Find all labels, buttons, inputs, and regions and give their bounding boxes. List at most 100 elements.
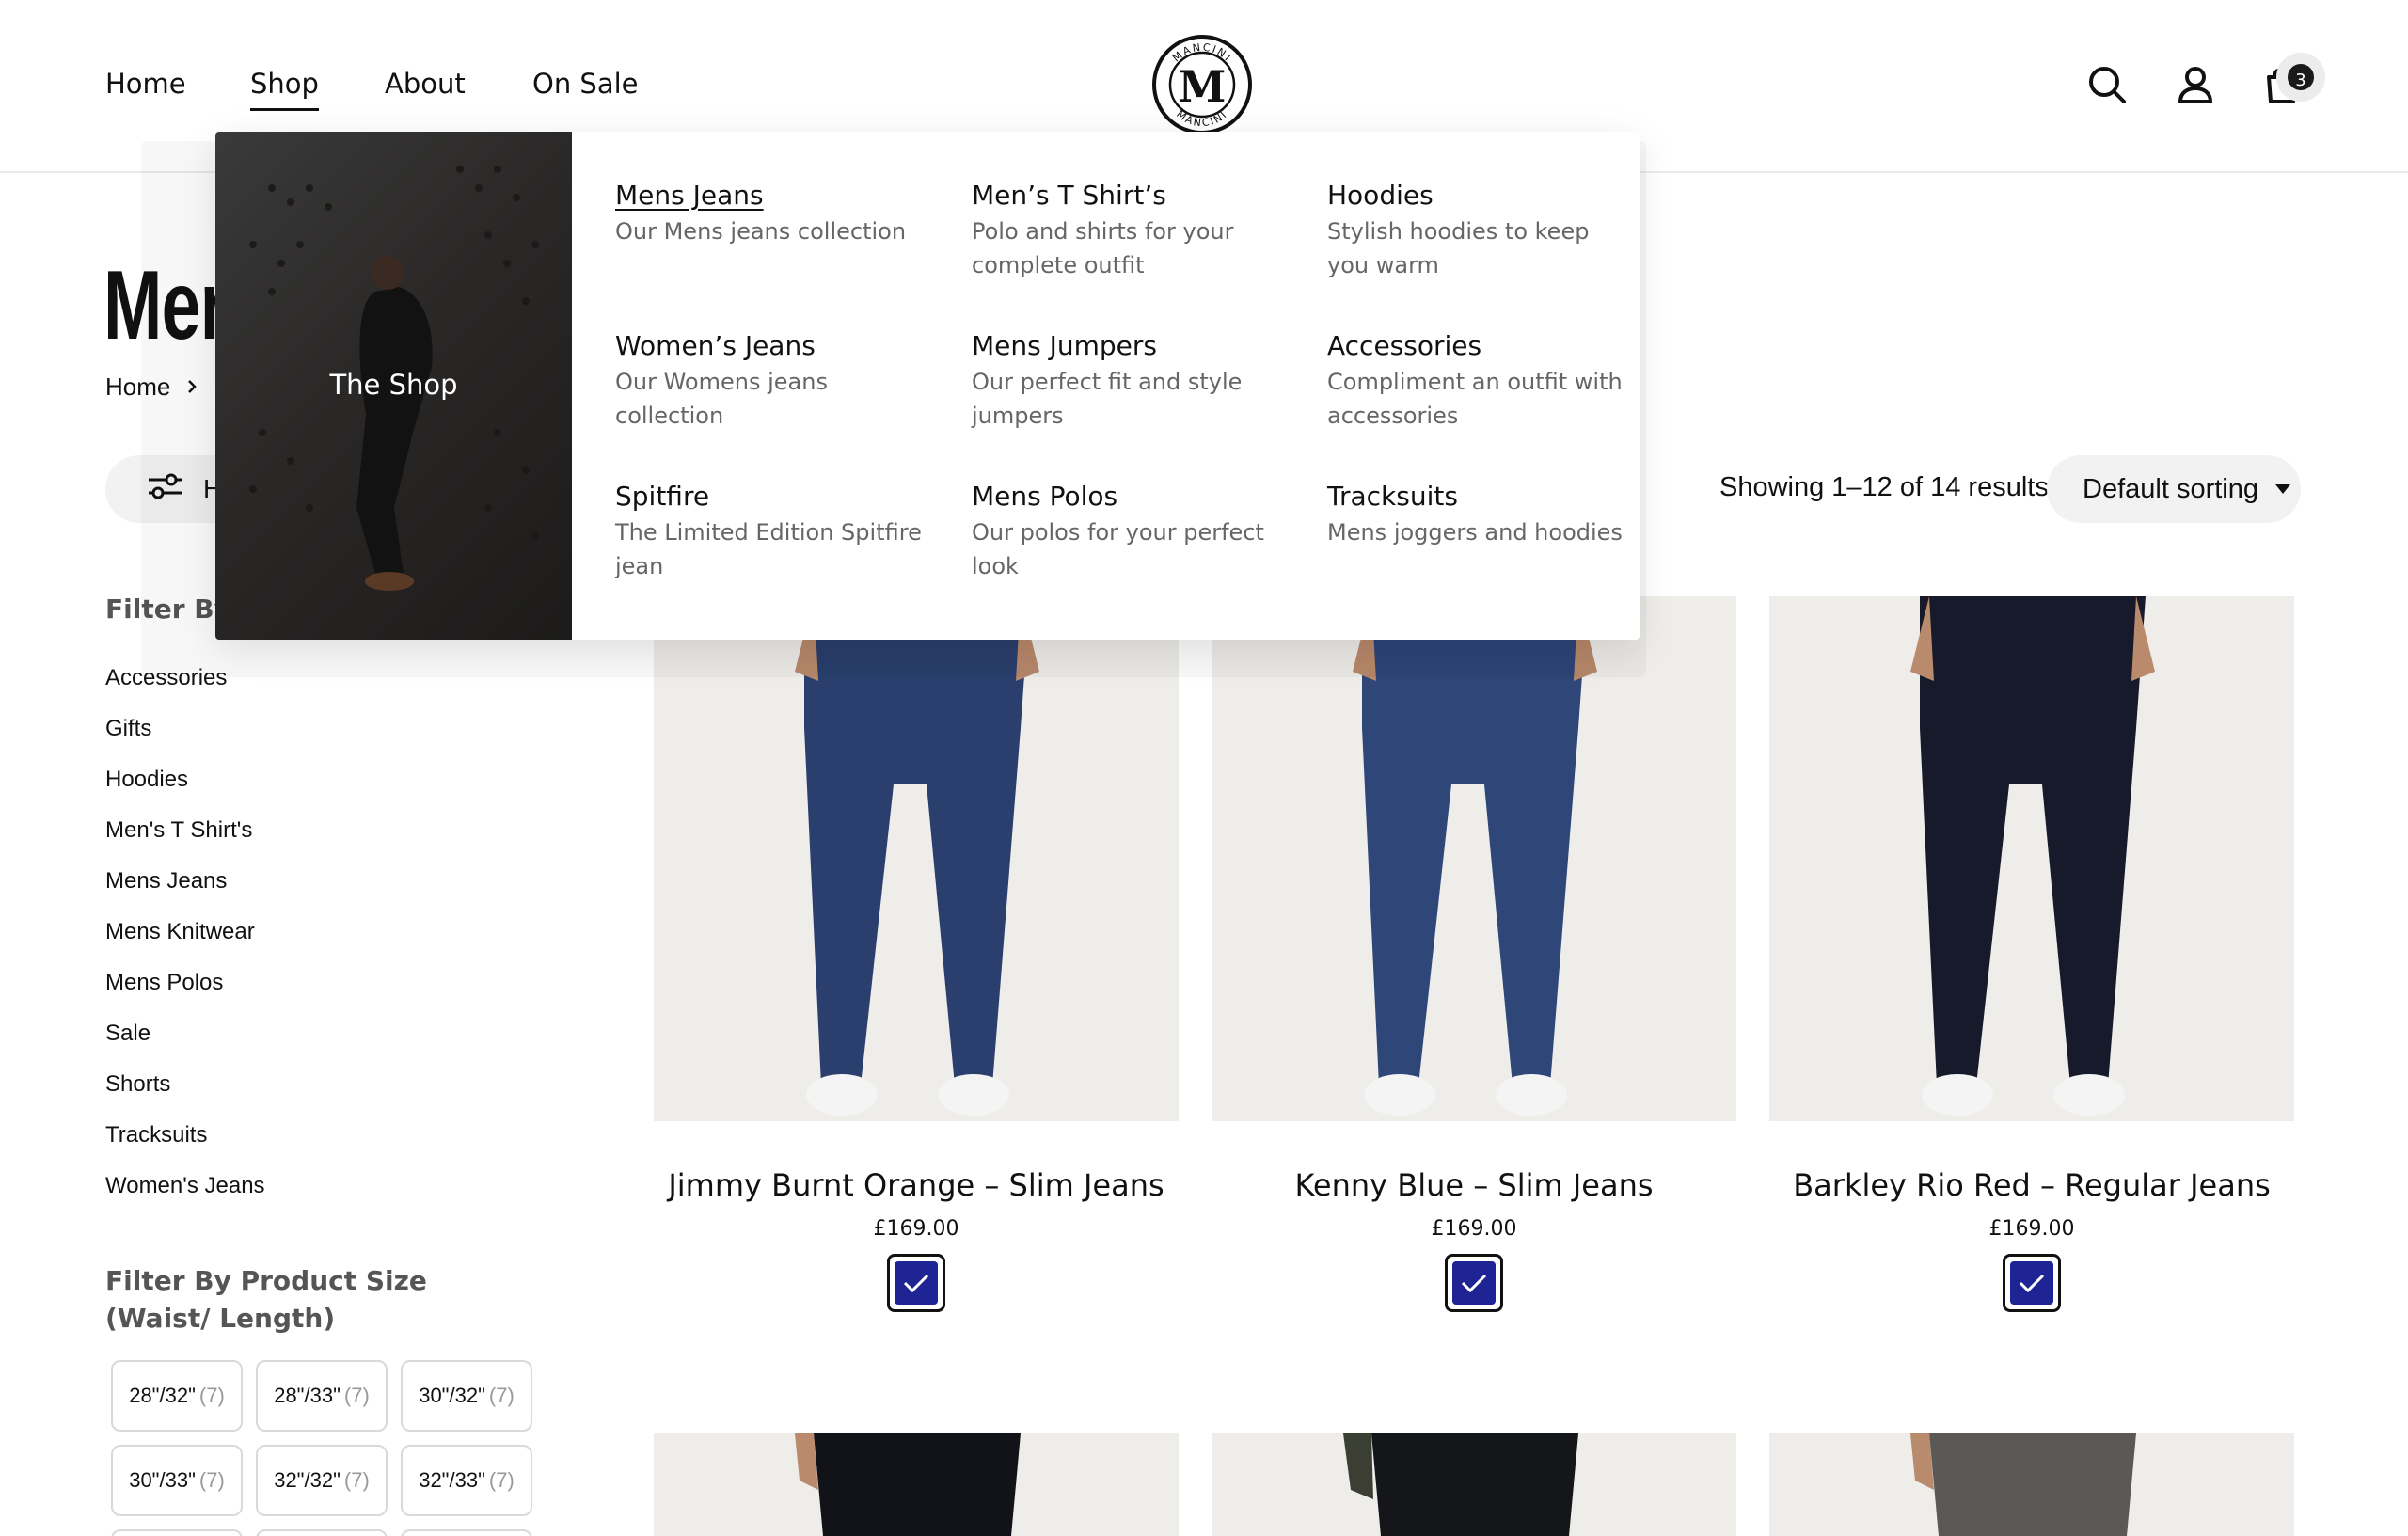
- mega-menu-item-desc: Our polos for your perfect look: [972, 519, 1264, 579]
- mega-menu-item-desc: Polo and shirts for your complete outfit: [972, 218, 1234, 278]
- mega-menu-item-title[interactable]: Mens Jumpers: [972, 329, 1282, 363]
- size-count: (7): [343, 1468, 370, 1492]
- mega-menu-item-title[interactable]: Mens Polos: [972, 480, 1282, 514]
- category-item[interactable]: Shorts: [105, 1070, 265, 1121]
- product-card[interactable]: Kenny Blue – Slim Jeans £169.00: [1212, 596, 1736, 1312]
- category-item[interactable]: Women's Jeans: [105, 1172, 265, 1223]
- size-chip[interactable]: [256, 1529, 388, 1536]
- color-swatch[interactable]: [2003, 1254, 2061, 1312]
- size-chip[interactable]: [111, 1529, 243, 1536]
- size-filter-grid: 28"/32" (7) 28"/33" (7) 30"/32" (7) 30"/33"…: [111, 1360, 532, 1536]
- mega-menu-item-title[interactable]: Tracksuits: [1327, 480, 1638, 514]
- size-label: 28"/32": [129, 1384, 196, 1407]
- swatch-fill: [895, 1261, 938, 1305]
- user-icon[interactable]: [2173, 62, 2218, 107]
- mega-menu-item-desc: The Limited Edition Spitfire jean: [615, 519, 922, 579]
- size-label: 30"/32": [419, 1384, 485, 1407]
- check-icon: [1461, 1274, 1487, 1293]
- mega-menu-item-desc: Our Mens jeans collection: [615, 218, 907, 245]
- category-item[interactable]: Hoodies: [105, 766, 265, 816]
- category-item[interactable]: Mens Knitwear: [105, 918, 265, 969]
- color-swatch[interactable]: [887, 1254, 945, 1312]
- product-image[interactable]: [654, 1433, 1179, 1536]
- mega-menu-item-title[interactable]: Hoodies: [1327, 179, 1638, 213]
- swatch-fill: [2010, 1261, 2053, 1305]
- category-item[interactable]: Gifts: [105, 715, 265, 766]
- mega-menu-item-tracksuits[interactable]: Tracksuits Mens joggers and hoodies: [1327, 480, 1638, 630]
- product-image[interactable]: [1769, 1433, 2294, 1536]
- product-price: £169.00: [1431, 1217, 1517, 1241]
- category-item[interactable]: Mens Jeans: [105, 867, 265, 918]
- size-count: (7): [343, 1384, 370, 1407]
- size-chip[interactable]: 30"/33" (7): [111, 1445, 243, 1516]
- size-chip[interactable]: 28"/32" (7): [111, 1360, 243, 1432]
- nav-home[interactable]: Home: [105, 68, 186, 100]
- category-item[interactable]: Men's T Shirt's: [105, 816, 265, 867]
- product-price: £169.00: [1988, 1217, 2075, 1241]
- size-label: 28"/33": [274, 1384, 341, 1407]
- mega-menu-item-accessories[interactable]: Accessories Compliment an outfit with ac…: [1327, 329, 1638, 480]
- sort-select[interactable]: Default sorting: [2047, 455, 2301, 523]
- search-icon[interactable]: [2084, 62, 2130, 107]
- size-chip[interactable]: [401, 1529, 532, 1536]
- mega-menu-item-desc: Compliment an outfit with accessories: [1327, 369, 1623, 429]
- mega-menu-item-desc: Our Womens jeans collection: [615, 369, 828, 429]
- sort-select-value: Default sorting: [2083, 473, 2258, 504]
- cart-count-badge: 3: [2284, 60, 2318, 94]
- mega-menu-image-label: The Shop: [329, 369, 458, 401]
- check-icon: [2019, 1274, 2045, 1293]
- mega-menu-feature-image[interactable]: The Shop: [215, 132, 572, 640]
- swatch-fill: [1452, 1261, 1496, 1305]
- color-swatch[interactable]: [1445, 1254, 1503, 1312]
- category-item[interactable]: Mens Polos: [105, 969, 265, 1020]
- product-title[interactable]: Kenny Blue – Slim Jeans: [1212, 1163, 1736, 1208]
- nav-shop[interactable]: Shop: [250, 68, 319, 111]
- size-label: 32"/32": [274, 1468, 341, 1492]
- category-item[interactable]: Tracksuits: [105, 1121, 265, 1172]
- mega-menu-item-womens-jeans[interactable]: Women’s Jeans Our Womens jeans collectio…: [615, 329, 926, 480]
- category-filter-list: Accessories Gifts Hoodies Men's T Shirt'…: [105, 664, 265, 1223]
- size-label: 30"/33": [129, 1468, 196, 1492]
- mega-menu-item-desc: Stylish hoodies to keep you warm: [1327, 218, 1590, 278]
- nav-on-sale[interactable]: On Sale: [532, 68, 639, 100]
- product-card[interactable]: Barkley Rio Red – Regular Jeans £169.00: [1769, 596, 2294, 1312]
- mancini-logo[interactable]: M MANCINI MANCINI: [1151, 34, 1253, 135]
- mega-menu-column: Hoodies Stylish hoodies to keep you warm…: [1327, 179, 1638, 630]
- shop-mega-menu: The Shop Mens Jeans Our Mens jeans colle…: [215, 132, 1640, 640]
- mega-menu-item-mens-jeans[interactable]: Mens Jeans Our Mens jeans collection: [615, 179, 926, 329]
- size-chip[interactable]: 32"/33" (7): [401, 1445, 532, 1516]
- mega-menu-column: Men’s T Shirt’s Polo and shirts for your…: [972, 179, 1282, 630]
- product-title[interactable]: Barkley Rio Red – Regular Jeans: [1769, 1163, 2294, 1208]
- size-chip[interactable]: 32"/32" (7): [256, 1445, 388, 1516]
- size-count: (7): [488, 1384, 515, 1407]
- size-filter-heading: Filter By Product Size (Waist/ Length): [105, 1265, 427, 1334]
- product-title[interactable]: Jimmy Burnt Orange – Slim Jeans: [654, 1163, 1179, 1208]
- size-label: 32"/33": [419, 1468, 485, 1492]
- mega-menu-item-spitfire[interactable]: Spitfire The Limited Edition Spitfire je…: [615, 480, 926, 630]
- mega-menu-item-title[interactable]: Spitfire: [615, 480, 926, 514]
- product-image[interactable]: [1769, 596, 2294, 1121]
- mega-menu-column: Mens Jeans Our Mens jeans collection Wom…: [615, 179, 926, 630]
- size-count: (7): [198, 1384, 225, 1407]
- mega-menu-item-mens-polos[interactable]: Mens Polos Our polos for your perfect lo…: [972, 480, 1282, 630]
- nav-about[interactable]: About: [385, 68, 466, 100]
- mega-menu-item-hoodies[interactable]: Hoodies Stylish hoodies to keep you warm: [1327, 179, 1638, 329]
- product-card[interactable]: Jimmy Burnt Orange – Slim Jeans £169.00: [654, 596, 1179, 1312]
- size-chip[interactable]: 30"/32" (7): [401, 1360, 532, 1432]
- size-count: (7): [198, 1468, 225, 1492]
- product-price: £169.00: [873, 1217, 959, 1241]
- mega-menu-item-title[interactable]: Mens Jeans: [615, 179, 926, 213]
- category-item[interactable]: Sale: [105, 1020, 265, 1070]
- size-chip[interactable]: 28"/33" (7): [256, 1360, 388, 1432]
- mega-menu-item-title[interactable]: Men’s T Shirt’s: [972, 179, 1282, 213]
- mega-menu-item-desc: Mens joggers and hoodies: [1327, 519, 1623, 546]
- mega-menu-item-title[interactable]: Women’s Jeans: [615, 329, 926, 363]
- mega-menu-item-mens-jumpers[interactable]: Mens Jumpers Our perfect fit and style j…: [972, 329, 1282, 480]
- size-count: (7): [488, 1468, 515, 1492]
- results-count: Showing 1–12 of 14 results: [1719, 472, 2049, 502]
- mega-menu-item-title[interactable]: Accessories: [1327, 329, 1638, 363]
- mega-menu-item-mens-t-shirts[interactable]: Men’s T Shirt’s Polo and shirts for your…: [972, 179, 1282, 329]
- product-image[interactable]: [1212, 1433, 1736, 1536]
- svg-text:M: M: [1179, 61, 1227, 112]
- caret-down-icon: [2275, 484, 2290, 494]
